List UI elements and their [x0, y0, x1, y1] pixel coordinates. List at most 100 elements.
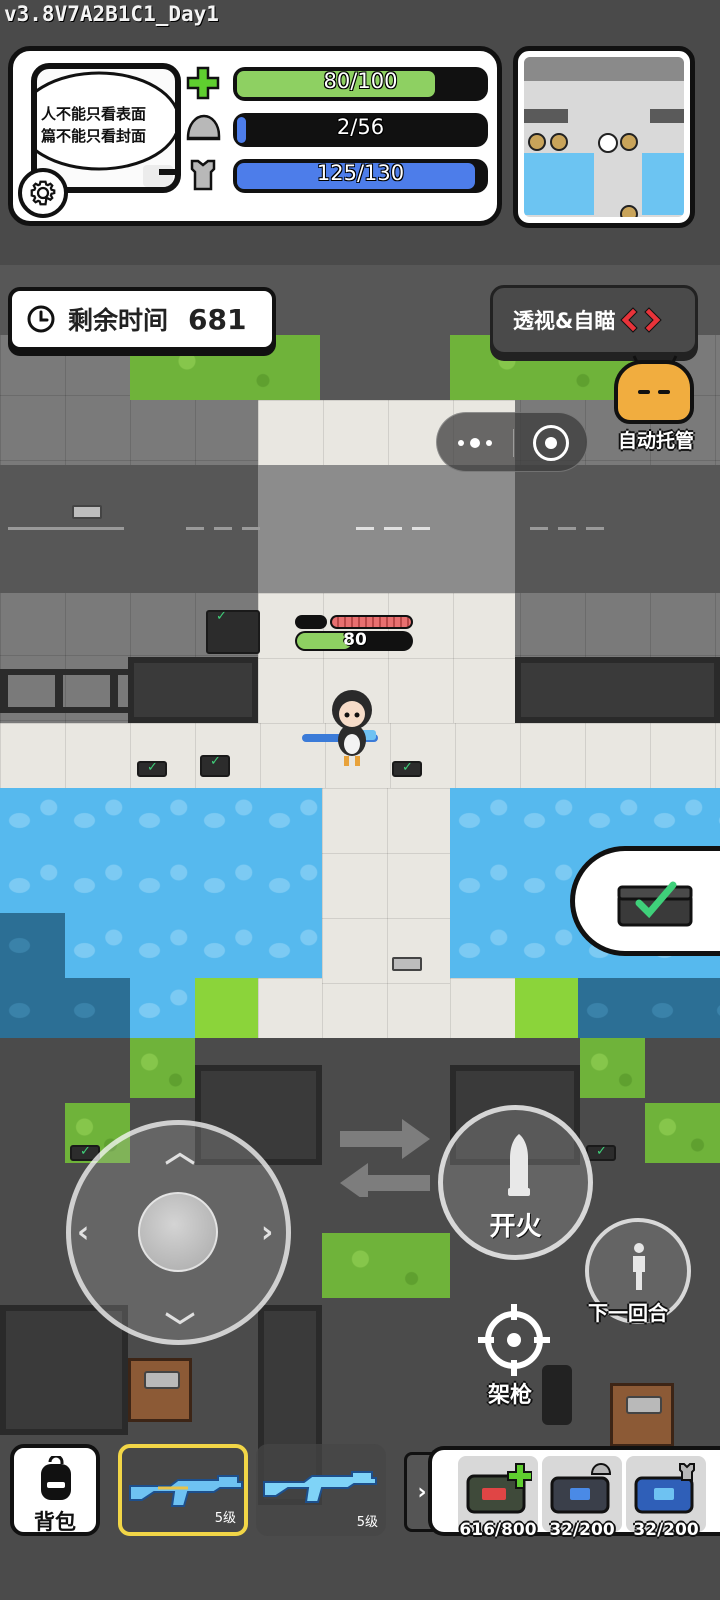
close-miniprogram-button[interactable] [533, 425, 569, 461]
version-label: v3.8V7A2B1C1_Day1 [4, 2, 219, 26]
map-wall [0, 1305, 128, 1435]
armor-durability-bar: 125/130 [233, 159, 488, 193]
double-arrow-icon [620, 307, 663, 333]
backpack-button[interactable]: 背包 [10, 1444, 100, 1536]
loot-crate[interactable] [392, 760, 422, 777]
crosshair-icon[interactable] [474, 1300, 554, 1380]
loot-crate[interactable] [586, 1144, 616, 1161]
auto-play-button[interactable]: 自动托管 [612, 355, 698, 454]
map-grass [195, 978, 258, 1038]
armor-repair-kit-icon [634, 1463, 695, 1514]
map-pavement [258, 978, 322, 1038]
ammo-box[interactable] [72, 505, 102, 519]
minimap-player-marker [598, 133, 618, 153]
ammo-box[interactable] [392, 957, 422, 971]
weapon-slot-1[interactable]: 5级 [118, 1444, 248, 1536]
map-wall [515, 657, 720, 723]
map-door[interactable] [610, 1383, 674, 1447]
xray-autoaim-label: 透视&自瞄 [513, 309, 616, 333]
chevron-right-icon: › [261, 1215, 274, 1250]
minimap-wall [524, 109, 568, 123]
helmet-repair-slot[interactable]: 32/200 [542, 1456, 622, 1540]
minimap-road [524, 57, 684, 81]
map-deep-water [578, 978, 720, 1038]
time-remaining-label: 剩余时间 [68, 306, 169, 335]
metal-railing [0, 669, 128, 713]
bubble-text-1: 人不能只看表面 [41, 105, 147, 123]
backpack-icon [41, 1456, 71, 1500]
auto-play-label: 自动托管 [617, 430, 694, 452]
bullet-icon [508, 1134, 530, 1196]
minimap-view [524, 57, 684, 217]
minimap-enemy-marker [550, 133, 568, 151]
loot-crate[interactable] [200, 754, 230, 777]
helmet-icon [183, 111, 223, 147]
road-marking [8, 527, 124, 530]
loot-crate-icon [617, 881, 693, 927]
more-menu-button[interactable] [437, 413, 513, 473]
helmet-repair-kit-icon [550, 1462, 612, 1514]
chevron-right-icon: › [417, 1479, 427, 1505]
chevron-down-icon: ﹀ [165, 1311, 195, 1346]
time-remaining-panel: 剩余时间 681 [8, 287, 276, 351]
helmet-repair-count: 32/200 [549, 1520, 615, 1540]
health-cross-icon [183, 65, 223, 101]
weapon-level: 5级 [214, 1511, 236, 1526]
capsule-divider [513, 429, 514, 457]
clock-icon [27, 305, 55, 333]
player-overhead-status: 80 [295, 613, 415, 653]
weapon-slot-2[interactable]: 5级 [256, 1444, 386, 1536]
movement-joystick[interactable]: ︿ ﹀ ‹ › [66, 1120, 291, 1346]
map-door[interactable] [128, 1358, 192, 1422]
loot-crate[interactable] [137, 760, 167, 777]
joystick-knob[interactable] [138, 1192, 218, 1272]
map-water [130, 978, 195, 1038]
map-deep-water [0, 913, 65, 1038]
medkit-slot[interactable]: 616/800 [458, 1456, 538, 1540]
body-armor-icon [183, 157, 223, 193]
fire-label: 开火 [489, 1212, 542, 1242]
fire-button[interactable]: 开火 [438, 1105, 593, 1260]
helmet-durability-bar: 2/56 [233, 113, 488, 147]
road-arrows [340, 1119, 430, 1197]
rifle-icon [129, 1475, 243, 1507]
minimap-wall [650, 109, 684, 123]
map-road [320, 335, 450, 400]
robot-face-icon [614, 360, 694, 424]
map-grass [515, 978, 578, 1038]
loot-crate[interactable] [206, 609, 260, 654]
gear-icon [30, 180, 56, 206]
medkit-icon [466, 1463, 532, 1514]
health-bar: 80/100 [233, 67, 488, 101]
miniprogram-capsule [436, 412, 588, 472]
map-grass [130, 1038, 195, 1098]
armor-repair-slot[interactable]: 32/200 [626, 1456, 706, 1540]
settings-button[interactable] [18, 168, 68, 218]
consumables-bar: 616/800 32/200 32/200 [428, 1446, 720, 1540]
overhead-helmet-bar [295, 615, 327, 629]
map-grass [580, 1038, 645, 1098]
road-marking [530, 527, 606, 530]
bubble-text-2: 篇不能只看封面 [41, 127, 147, 145]
map-pavement [322, 788, 450, 1038]
overhead-armor-bar [330, 615, 413, 629]
xray-autoaim-button[interactable]: 透视&自瞄 [490, 285, 698, 355]
health-text: 80/100 [323, 69, 398, 93]
medkit-count: 616/800 [459, 1520, 537, 1540]
minimap[interactable] [513, 46, 695, 228]
rifle-icon [263, 1471, 377, 1503]
map-grass [322, 1233, 450, 1298]
weapon-level: 5级 [356, 1515, 378, 1530]
minimap-enemy-marker [620, 205, 638, 217]
player-character [302, 690, 378, 766]
mount-gun-label: 架枪 [488, 1383, 533, 1408]
minimap-water [642, 153, 684, 215]
next-round-label: 下一回合 [588, 1301, 668, 1325]
road-marking [356, 527, 432, 530]
pickup-button[interactable] [570, 846, 720, 956]
map-deep-water [65, 978, 130, 1038]
minimap-water [524, 153, 594, 215]
map-grass [645, 1103, 720, 1163]
chevron-left-icon: ‹ [77, 1215, 90, 1250]
time-remaining-value: 681 [188, 302, 247, 336]
